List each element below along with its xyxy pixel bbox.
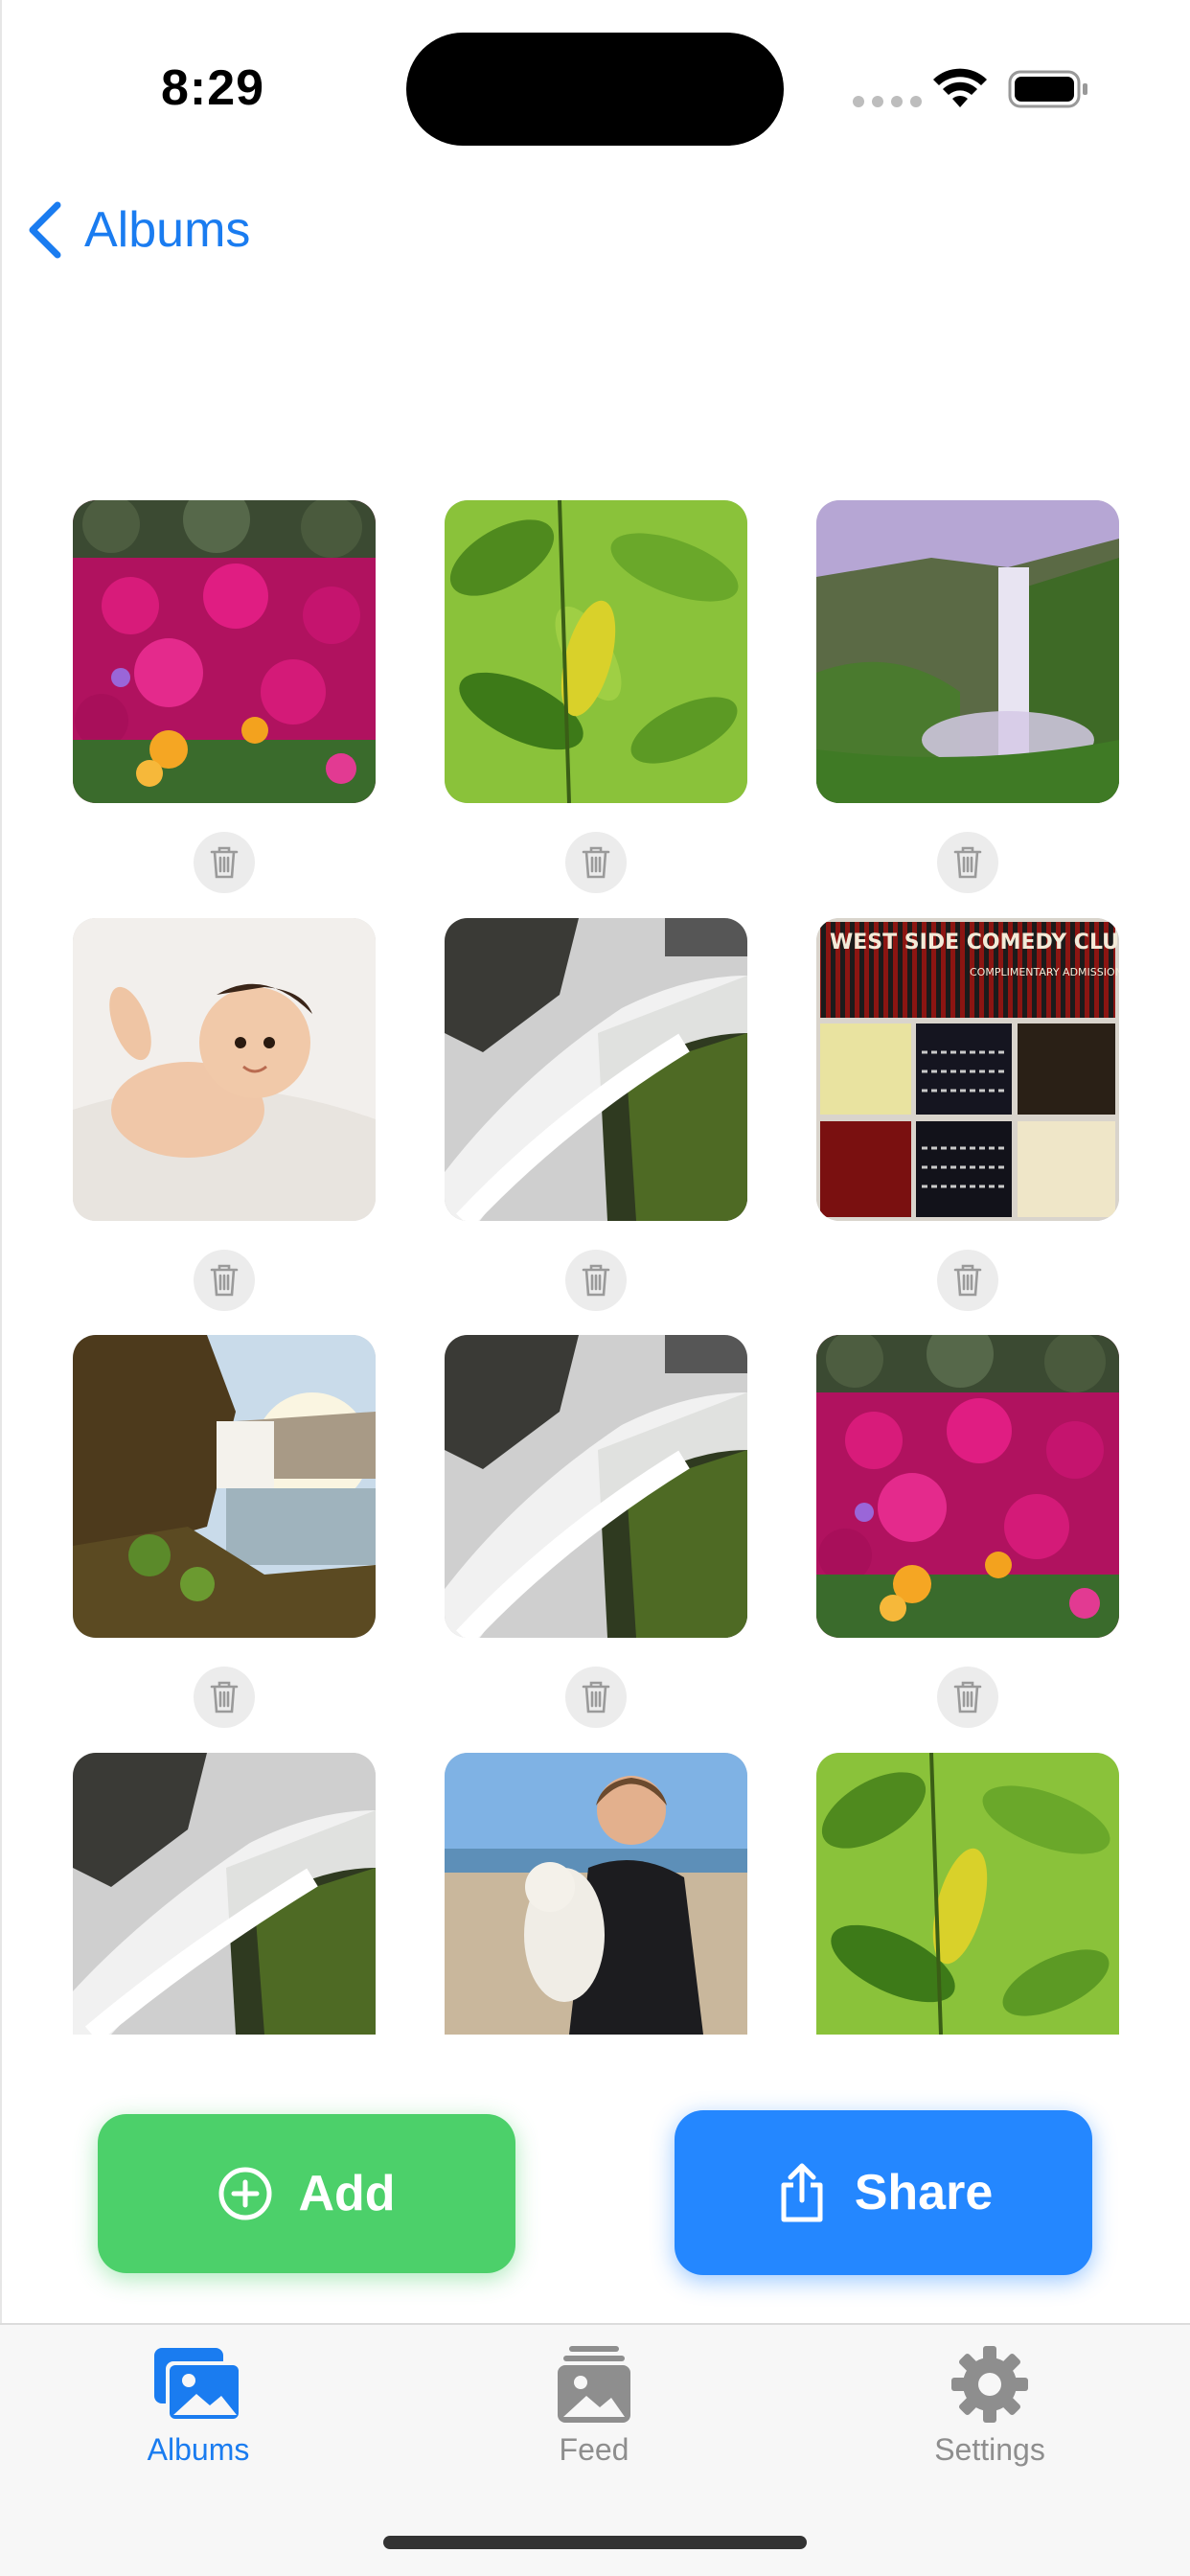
delete-photo-button[interactable]	[194, 1250, 255, 1311]
add-button-label: Add	[298, 2166, 396, 2221]
trash-icon	[582, 1264, 610, 1297]
photo-green-leaves[interactable]	[445, 500, 747, 803]
trash-icon	[210, 1264, 239, 1297]
plus-circle-icon	[218, 2167, 272, 2220]
status-time: 8:29	[161, 60, 265, 116]
ticket-title: WEST SIDE COMEDY CLUB	[830, 931, 1119, 954]
delete-photo-button[interactable]	[565, 832, 627, 893]
photo-woman-with-baby-beach[interactable]	[445, 1753, 747, 2035]
gear-icon	[951, 2346, 1028, 2423]
wifi-icon	[933, 68, 987, 107]
delete-photo-button[interactable]	[937, 1667, 998, 1728]
share-button[interactable]: Share	[675, 2110, 1092, 2275]
tab-albums-label: Albums	[147, 2432, 250, 2467]
back-label: Albums	[84, 202, 251, 258]
cellular-signal-icon	[853, 96, 922, 107]
photo-stack-icon	[154, 2348, 242, 2423]
trash-icon	[582, 846, 610, 879]
trash-icon	[582, 1681, 610, 1714]
grid-cell	[445, 500, 747, 893]
home-indicator	[383, 2536, 807, 2549]
delete-photo-button[interactable]	[194, 832, 255, 893]
photo-waterfall-sunset[interactable]	[73, 1335, 376, 1638]
chevron-left-icon	[29, 201, 61, 259]
share-button-label: Share	[854, 2165, 994, 2220]
photo-waterfall-rocks[interactable]	[445, 918, 747, 1221]
grid-cell	[73, 918, 376, 1311]
tab-albums[interactable]: Albums	[83, 2344, 313, 2468]
grid-cell	[816, 1753, 1119, 2035]
photo-comedy-club-tickets[interactable]: WEST SIDE COMEDY CLUB COMPLIMENTARY ADMI…	[816, 918, 1119, 1221]
photo-pink-flowers[interactable]	[73, 500, 376, 803]
grid-cell	[73, 1335, 376, 1728]
grid-cell	[73, 500, 376, 893]
grid-cell	[445, 1335, 747, 1728]
delete-photo-button[interactable]	[565, 1250, 627, 1311]
battery-icon	[1008, 70, 1087, 108]
photo-waterfall-rocks[interactable]	[445, 1335, 747, 1638]
screen-edge	[0, 0, 2, 2576]
add-button[interactable]: Add	[98, 2114, 515, 2273]
tab-settings[interactable]: Settings	[875, 2344, 1105, 2468]
grid-cell: WEST SIDE COMEDY CLUB COMPLIMENTARY ADMI…	[816, 918, 1119, 1311]
trash-icon	[953, 1681, 982, 1714]
trash-icon	[953, 1264, 982, 1297]
photo-pink-flowers[interactable]	[816, 1335, 1119, 1638]
grid-cell	[445, 1753, 747, 2035]
grid-cell	[816, 1335, 1119, 1728]
delete-photo-button[interactable]	[937, 832, 998, 893]
delete-photo-button[interactable]	[937, 1250, 998, 1311]
grid-cell	[73, 1753, 376, 2035]
photo-waterfall-rocks[interactable]	[73, 1753, 376, 2035]
photo-green-leaves[interactable]	[816, 1753, 1119, 2035]
feed-icon	[558, 2346, 630, 2423]
tab-settings-label: Settings	[934, 2432, 1045, 2467]
photo-baby[interactable]	[73, 918, 376, 1221]
trash-icon	[210, 846, 239, 879]
ticket-subtitle: COMPLIMENTARY ADMISSION FOR TWO GUESTS	[970, 966, 1119, 978]
grid-cell	[445, 918, 747, 1311]
share-icon	[781, 2163, 823, 2222]
trash-icon	[210, 1681, 239, 1714]
grid-cell	[816, 500, 1119, 893]
delete-photo-button[interactable]	[194, 1667, 255, 1728]
delete-photo-button[interactable]	[565, 1667, 627, 1728]
photo-waterfall-cliff[interactable]	[816, 500, 1119, 803]
tab-feed-label: Feed	[559, 2432, 629, 2467]
dynamic-island	[406, 33, 784, 146]
back-button[interactable]: Albums	[25, 192, 250, 268]
trash-icon	[953, 846, 982, 879]
tab-feed[interactable]: Feed	[479, 2344, 709, 2468]
